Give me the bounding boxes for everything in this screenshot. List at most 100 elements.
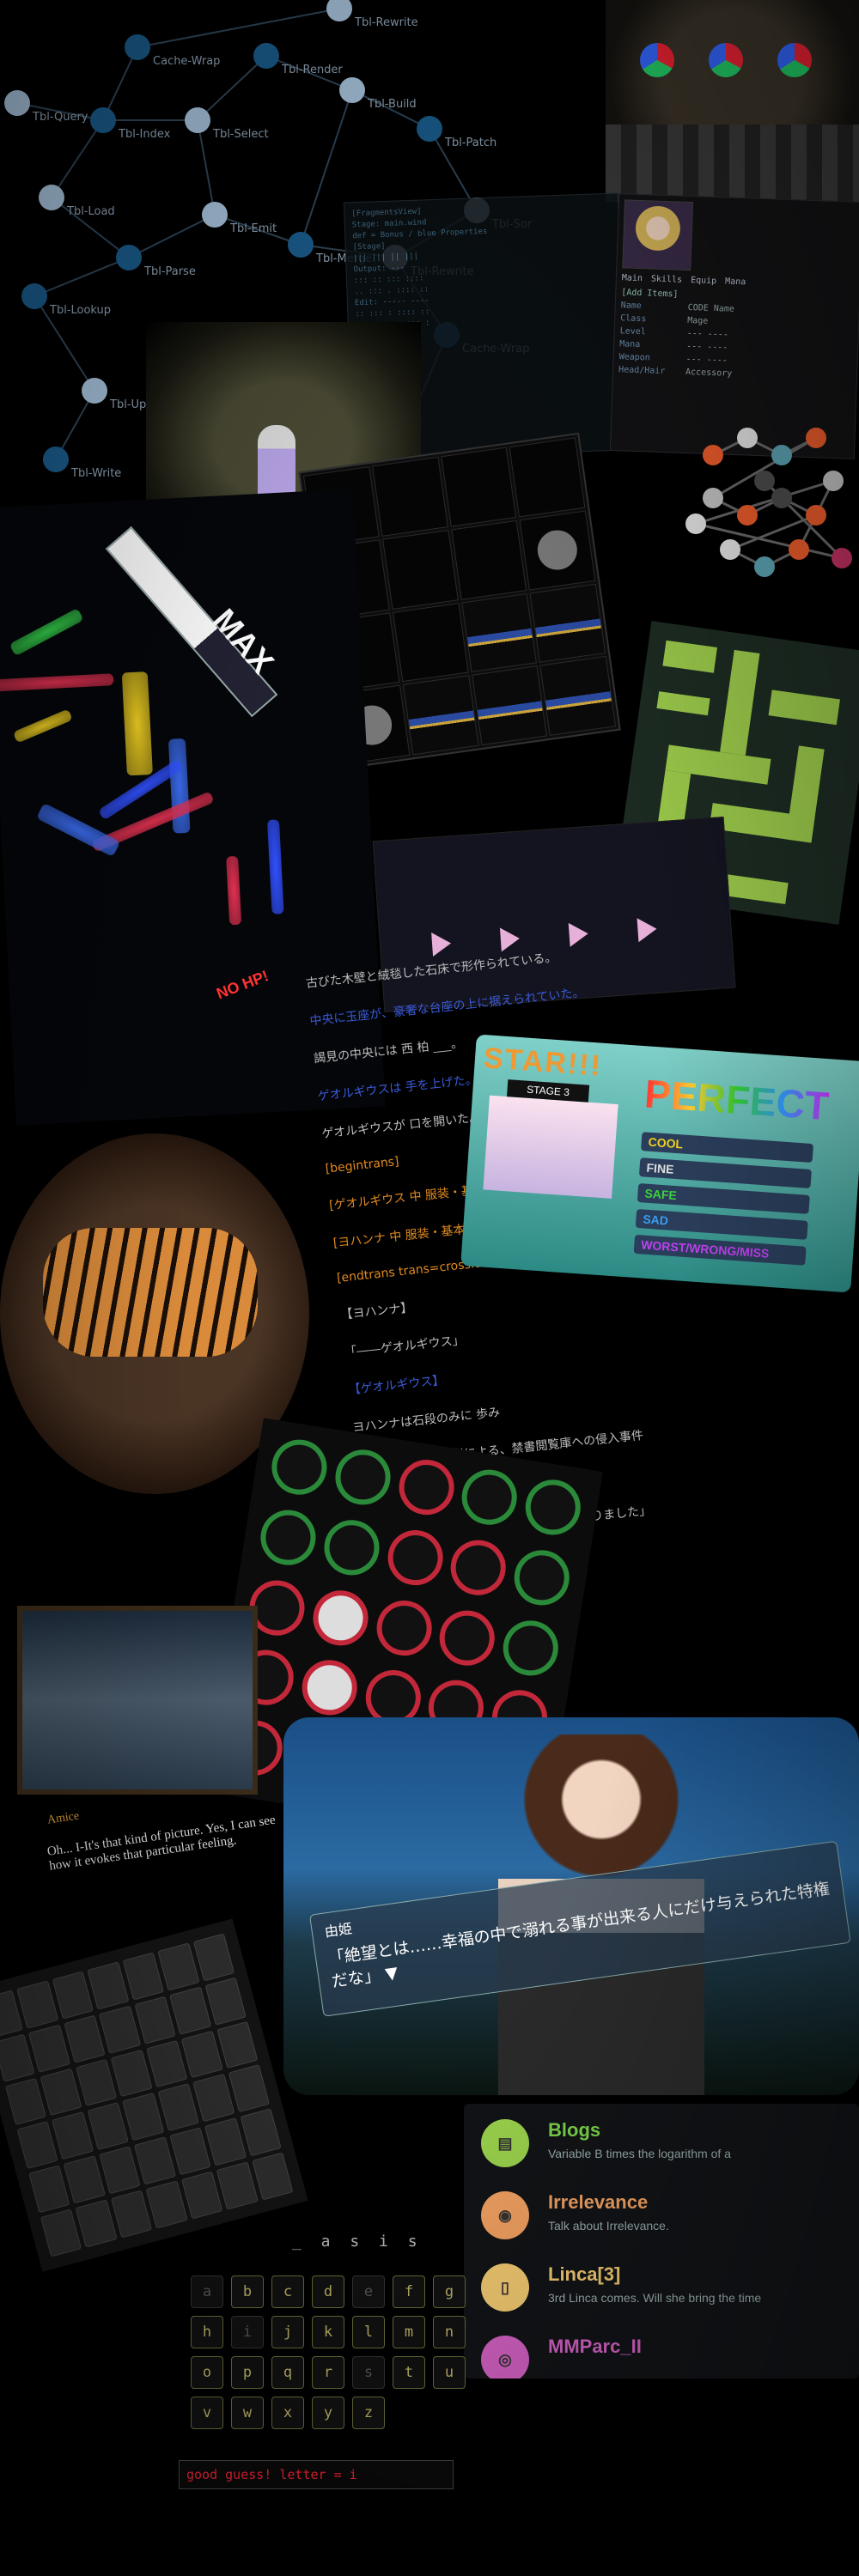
circle-tile[interactable]: [447, 1535, 510, 1600]
sheet-value[interactable]: CODE Name: [688, 303, 735, 314]
puzzle-cell[interactable]: [519, 510, 596, 591]
puzzle-cell[interactable]: [509, 437, 586, 518]
circle-tile[interactable]: [458, 1466, 521, 1529]
graph-node[interactable]: [21, 283, 47, 309]
letter-key-y[interactable]: y: [312, 2397, 344, 2429]
key-tile[interactable]: [145, 2039, 188, 2088]
key-tile[interactable]: [216, 2161, 259, 2210]
key-tile[interactable]: [52, 1971, 94, 2020]
letter-key-p[interactable]: p: [231, 2356, 264, 2389]
graph-node[interactable]: [116, 245, 142, 270]
key-tile[interactable]: [216, 2020, 259, 2069]
key-tile[interactable]: [145, 2180, 188, 2229]
key-tile[interactable]: [192, 1933, 235, 1982]
puzzle-cell[interactable]: [402, 675, 479, 756]
graph-node[interactable]: [339, 77, 365, 103]
keyboard-grid[interactable]: [0, 1918, 308, 2272]
key-tile[interactable]: [251, 2152, 294, 2201]
graph-node[interactable]: [253, 43, 279, 69]
circle-tile[interactable]: [308, 1586, 373, 1649]
key-tile[interactable]: [204, 2117, 247, 2166]
circle-tile[interactable]: [372, 1595, 436, 1660]
key-tile[interactable]: [28, 2165, 70, 2214]
key-tile[interactable]: [169, 1986, 211, 2035]
key-tile[interactable]: [228, 2064, 271, 2113]
sheet-value[interactable]: --- ----: [686, 342, 728, 353]
visual-novel-scene[interactable]: 由姫 「絶望とは……幸福の中で溺れる事が出来る人にだけ与えられた特権だな」 ▼: [283, 1717, 859, 2095]
circle-tile[interactable]: [436, 1606, 499, 1669]
circle-tile[interactable]: [394, 1455, 458, 1519]
sheet-value[interactable]: --- ----: [686, 329, 728, 340]
key-tile[interactable]: [134, 2136, 176, 2185]
key-tile[interactable]: [40, 2068, 82, 2117]
letter-key-f[interactable]: f: [393, 2275, 425, 2308]
letter-key-w[interactable]: w: [231, 2397, 264, 2429]
channel-item[interactable]: ◎ MMParc_II: [481, 2336, 842, 2379]
tab-equip[interactable]: Equip: [691, 276, 716, 286]
key-tile[interactable]: [192, 2074, 235, 2123]
letter-key-s[interactable]: s: [352, 2356, 385, 2389]
letter-key-g[interactable]: g: [433, 2275, 466, 2308]
puzzle-cell[interactable]: [539, 656, 617, 736]
puzzle-cell[interactable]: [529, 583, 606, 663]
graph-node[interactable]: [185, 107, 210, 133]
sheet-value[interactable]: Mage: [687, 316, 708, 326]
key-tile[interactable]: [110, 2049, 153, 2098]
tab-main[interactable]: Main: [622, 273, 643, 283]
graph-node[interactable]: [4, 90, 30, 116]
key-tile[interactable]: [16, 1980, 59, 2029]
letter-key-h[interactable]: h: [191, 2316, 223, 2348]
key-tile[interactable]: [110, 2190, 153, 2239]
key-tile[interactable]: [87, 1961, 130, 2010]
sheet-value[interactable]: Accessory: [685, 368, 733, 379]
key-tile[interactable]: [99, 2146, 141, 2195]
channel-item[interactable]: ◉ Irrelevance Talk about Irrelevance.: [481, 2191, 842, 2239]
letter-key-b[interactable]: b: [231, 2275, 264, 2308]
letter-key-x[interactable]: x: [271, 2397, 304, 2429]
letter-key-r[interactable]: r: [312, 2356, 344, 2389]
letter-key-o[interactable]: o: [191, 2356, 223, 2389]
key-tile[interactable]: [122, 1952, 165, 2001]
letter-key-u[interactable]: u: [433, 2356, 466, 2389]
circle-tile[interactable]: [510, 1546, 574, 1609]
key-tile[interactable]: [134, 1996, 176, 2044]
letter-key-k[interactable]: k: [312, 2316, 344, 2348]
key-tile[interactable]: [75, 2058, 118, 2107]
graph-node[interactable]: [288, 232, 314, 258]
key-tile[interactable]: [87, 2102, 130, 2151]
graph-node[interactable]: [326, 0, 352, 21]
tab-mana[interactable]: Mana: [725, 277, 746, 288]
key-tile[interactable]: [64, 2155, 106, 2204]
circle-tile[interactable]: [297, 1656, 362, 1720]
key-tile[interactable]: [157, 2083, 200, 2132]
puzzle-cell[interactable]: [471, 665, 548, 746]
graph-node[interactable]: [90, 107, 116, 133]
key-tile[interactable]: [99, 2005, 141, 2054]
graph-node[interactable]: [417, 116, 442, 142]
key-tile[interactable]: [122, 2093, 165, 2142]
key-tile[interactable]: [180, 2030, 223, 2079]
letter-key-n[interactable]: n: [433, 2316, 466, 2348]
key-tile[interactable]: [52, 2111, 94, 2160]
graph-node[interactable]: [43, 447, 69, 472]
channel-item[interactable]: ▯ Linca[3] 3rd Linca comes. Will she bring…: [481, 2263, 842, 2312]
letter-key-a[interactable]: a: [191, 2275, 223, 2308]
puzzle-cell[interactable]: [392, 602, 469, 683]
key-tile[interactable]: [75, 2199, 118, 2248]
letter-key-z[interactable]: z: [352, 2397, 385, 2429]
key-tile[interactable]: [169, 2127, 211, 2176]
letter-key-q[interactable]: q: [271, 2356, 304, 2389]
key-tile[interactable]: [204, 1977, 247, 2026]
letter-key-c[interactable]: c: [271, 2275, 304, 2308]
letter-key-l[interactable]: l: [352, 2316, 385, 2348]
key-tile[interactable]: [0, 2033, 35, 2082]
circle-tile[interactable]: [521, 1475, 585, 1540]
letter-key-v[interactable]: v: [191, 2397, 223, 2429]
graph-node[interactable]: [82, 378, 107, 404]
puzzle-cell[interactable]: [450, 519, 527, 600]
key-tile[interactable]: [4, 2077, 47, 2126]
letter-key-e[interactable]: e: [352, 2275, 385, 2308]
key-tile[interactable]: [157, 1942, 200, 1991]
sheet-value[interactable]: --- ----: [685, 355, 728, 366]
circle-tile[interactable]: [256, 1505, 320, 1570]
